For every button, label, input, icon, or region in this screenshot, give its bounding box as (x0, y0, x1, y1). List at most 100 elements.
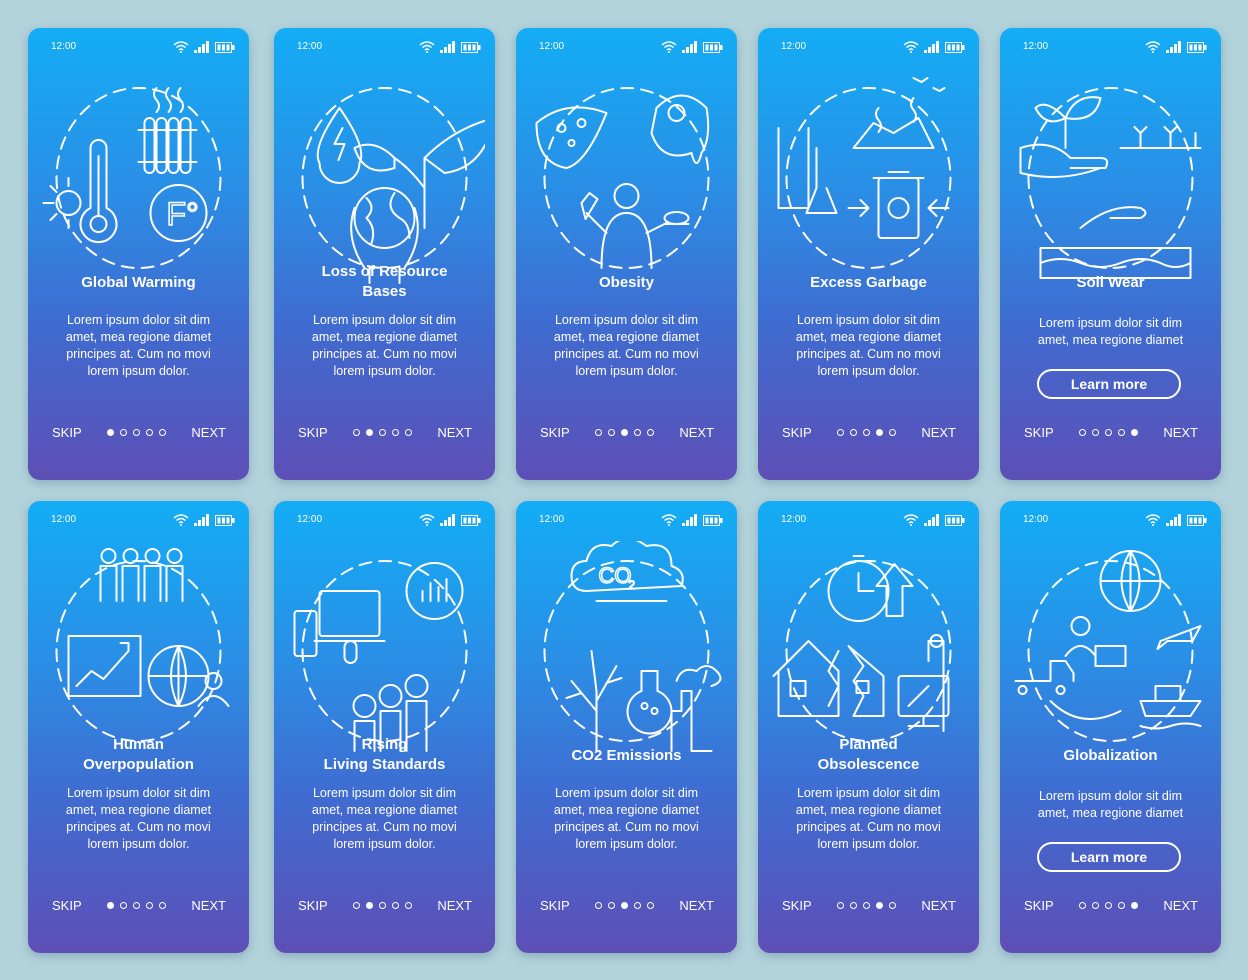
next-button[interactable]: NEXT (679, 425, 714, 440)
page-dot[interactable] (159, 429, 166, 436)
page-dot[interactable] (1105, 429, 1112, 436)
page-dot[interactable] (159, 902, 166, 909)
skip-button[interactable]: SKIP (540, 898, 570, 913)
skip-button[interactable]: SKIP (298, 898, 328, 913)
page-dot[interactable] (1079, 902, 1086, 909)
wifi-icon (903, 514, 919, 526)
skip-button[interactable]: SKIP (1024, 898, 1054, 913)
page-dot[interactable] (595, 902, 602, 909)
description-line: Lorem ipsum dolor sit dim (796, 313, 941, 327)
onboarding-nav: SKIP NEXT (28, 898, 249, 914)
page-dot[interactable] (133, 902, 140, 909)
description-line: Lorem ipsum dolor sit dim (66, 786, 211, 800)
learn-more-button[interactable]: Learn more (1037, 842, 1181, 872)
status-bar: 12:00 (51, 514, 235, 528)
page-dot[interactable] (1079, 429, 1086, 436)
skip-button[interactable]: SKIP (782, 898, 812, 913)
next-button[interactable]: NEXT (191, 425, 226, 440)
title-line: Soil Wear (1076, 274, 1145, 291)
page-dot[interactable] (608, 429, 615, 436)
description-line: amet, mea regione diamet (311, 803, 458, 817)
page-dot[interactable] (120, 902, 127, 909)
page-dot-active[interactable] (1131, 902, 1138, 909)
page-dot[interactable] (850, 429, 857, 436)
page-dot[interactable] (634, 902, 641, 909)
description-line: principes at. Cum no movi (554, 820, 699, 834)
page-dot[interactable] (392, 429, 399, 436)
page-dot[interactable] (647, 429, 654, 436)
page-dot-active[interactable] (366, 429, 373, 436)
svg-text:2: 2 (629, 578, 636, 592)
page-dot[interactable] (146, 429, 153, 436)
next-button[interactable]: NEXT (921, 898, 956, 913)
signal-icon (194, 514, 209, 526)
onboarding-screen: 12:00 Loss of Resource Bases Lorem ipsum do… (274, 28, 495, 480)
page-dot-active[interactable] (107, 429, 114, 436)
page-dot-active[interactable] (876, 429, 883, 436)
page-dot-active[interactable] (621, 902, 628, 909)
next-button[interactable]: NEXT (921, 425, 956, 440)
next-button[interactable]: NEXT (437, 425, 472, 440)
wifi-icon (173, 514, 189, 526)
status-time: 12:00 (539, 41, 565, 52)
page-dot[interactable] (1092, 429, 1099, 436)
page-dot[interactable] (634, 429, 641, 436)
learn-more-button[interactable]: Learn more (1037, 369, 1181, 399)
description-line: Lorem ipsum dolor sit dim (796, 786, 941, 800)
page-dot[interactable] (863, 429, 870, 436)
page-dot-active[interactable] (876, 902, 883, 909)
onboarding-screen: 12:00 Human Overpopulation Lorem ipsum dolo… (28, 501, 249, 953)
page-dot[interactable] (863, 902, 870, 909)
next-button[interactable]: NEXT (191, 898, 226, 913)
screen-title: Loss of Resource Bases (284, 262, 485, 302)
next-button[interactable]: NEXT (679, 898, 714, 913)
page-dot[interactable] (837, 429, 844, 436)
page-dot-active[interactable] (621, 429, 628, 436)
skip-button[interactable]: SKIP (52, 898, 82, 913)
onboarding-screen: 12:00 Rising Living Standards Lorem ipsum d… (274, 501, 495, 953)
page-dot[interactable] (1092, 902, 1099, 909)
skip-button[interactable]: SKIP (52, 425, 82, 440)
page-dot[interactable] (353, 902, 360, 909)
next-button[interactable]: NEXT (1163, 898, 1198, 913)
page-indicator (107, 429, 166, 436)
battery-icon (461, 515, 481, 526)
skip-button[interactable]: SKIP (782, 425, 812, 440)
page-dot[interactable] (595, 429, 602, 436)
page-dot[interactable] (379, 429, 386, 436)
page-dot[interactable] (889, 429, 896, 436)
page-dot[interactable] (146, 902, 153, 909)
page-dot[interactable] (392, 902, 399, 909)
page-dot-active[interactable] (1131, 429, 1138, 436)
page-dot[interactable] (608, 902, 615, 909)
page-dot[interactable] (1118, 902, 1125, 909)
page-dot[interactable] (1105, 902, 1112, 909)
wifi-icon (661, 514, 677, 526)
skip-button[interactable]: SKIP (1024, 425, 1054, 440)
skip-button[interactable]: SKIP (540, 425, 570, 440)
fahrenheit-text: F° (167, 196, 199, 232)
page-dot-active[interactable] (107, 902, 114, 909)
next-button[interactable]: NEXT (1163, 425, 1198, 440)
page-dot[interactable] (837, 902, 844, 909)
page-dot-active[interactable] (366, 902, 373, 909)
page-dot[interactable] (353, 429, 360, 436)
page-dot[interactable] (850, 902, 857, 909)
page-dot[interactable] (120, 429, 127, 436)
page-dot[interactable] (1118, 429, 1125, 436)
living-standards-illustration (284, 541, 485, 761)
onboarding-nav: SKIP NEXT (274, 898, 495, 914)
page-dot[interactable] (889, 902, 896, 909)
battery-icon (703, 515, 723, 526)
page-dot[interactable] (405, 902, 412, 909)
page-dot[interactable] (133, 429, 140, 436)
next-button[interactable]: NEXT (437, 898, 472, 913)
page-indicator (353, 429, 412, 436)
page-dot[interactable] (405, 429, 412, 436)
page-dot[interactable] (379, 902, 386, 909)
signal-icon (440, 514, 455, 526)
overpopulation-illustration (38, 541, 239, 761)
page-dot[interactable] (647, 902, 654, 909)
skip-button[interactable]: SKIP (298, 425, 328, 440)
description-line: lorem ipsum dolor. (87, 364, 190, 378)
